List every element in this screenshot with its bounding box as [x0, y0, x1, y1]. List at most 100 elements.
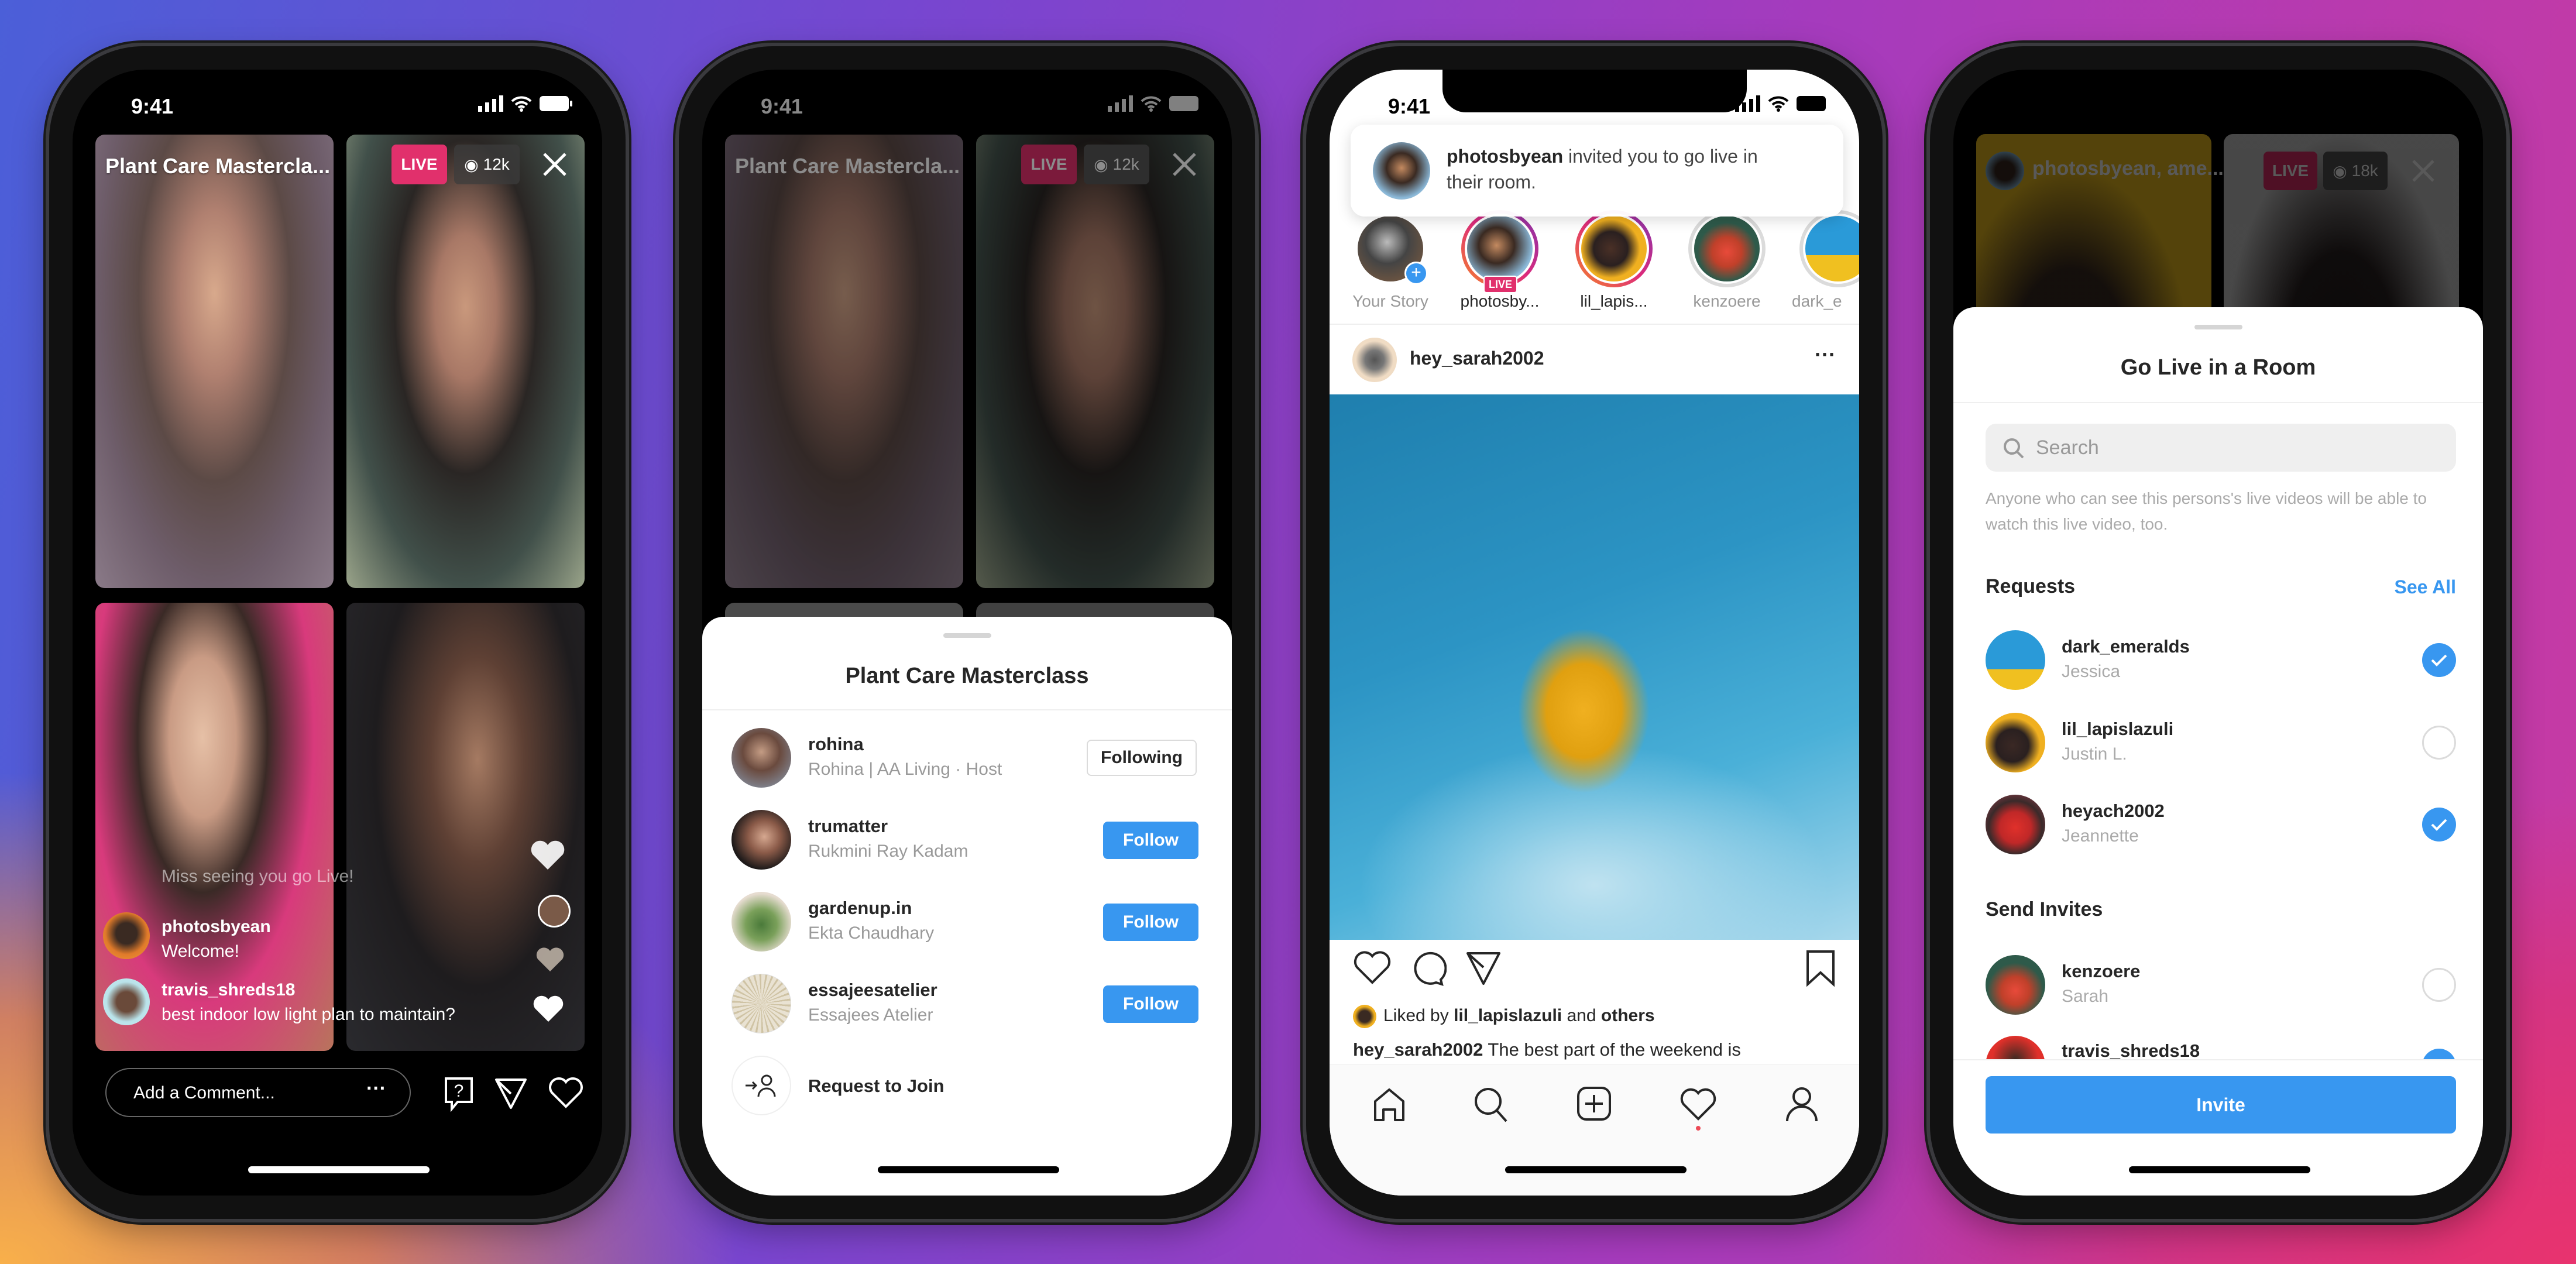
live-badge: LIVE [2264, 152, 2317, 190]
checkbox-unchecked[interactable] [2422, 968, 2456, 1002]
video-tile-guest-3[interactable] [346, 603, 585, 1051]
add-story-icon[interactable]: + [1404, 262, 1428, 285]
post-image[interactable] [1330, 394, 1859, 940]
checkbox-checked[interactable] [2422, 808, 2456, 841]
phone-room-sheet: 9:41 Plant Care Mastercla... LIVE ◉ 12k P… [679, 46, 1255, 1219]
liked-user[interactable]: lil_lapislazuli [1454, 1006, 1562, 1025]
comment-text: Welcome! [162, 942, 239, 961]
liked-by-avatar [1353, 1005, 1376, 1028]
host-avatar [1986, 152, 2024, 190]
avatar [731, 892, 791, 952]
avatar [103, 912, 150, 959]
heart-icon[interactable] [548, 1076, 584, 1109]
avatar [1986, 795, 2045, 854]
video-tile-host [725, 135, 963, 588]
follow-button[interactable]: Follow [1103, 985, 1198, 1023]
request-username: dark_emeralds [2062, 636, 2190, 657]
live-room-screen: 9:41 Plant Care Mastercla... LIVE ◉ 12k M… [73, 70, 602, 1196]
search-icon[interactable] [1473, 1086, 1509, 1124]
liked-others[interactable]: others [1601, 1006, 1655, 1025]
liked-by-text[interactable]: Liked by lil_lapislazuli and others [1383, 1006, 1655, 1026]
new-post-icon[interactable] [1576, 1086, 1612, 1121]
close-icon [2412, 160, 2434, 182]
avatar [1986, 630, 2045, 690]
status-icons [478, 95, 573, 112]
story-kenzoere[interactable] [1688, 210, 1766, 287]
story-label: lil_lapis... [1580, 292, 1648, 310]
room-title[interactable]: Plant Care Mastercla... [105, 154, 330, 178]
phone-live-room: 9:41 Plant Care Mastercla... LIVE ◉ 12k M… [49, 46, 626, 1219]
request-username: lil_lapislazuli [2062, 719, 2174, 739]
search-input[interactable]: Search [1986, 424, 2456, 472]
following-button[interactable]: Following [1087, 740, 1197, 776]
see-all-link[interactable]: See All [2394, 576, 2456, 598]
send-icon[interactable] [494, 1076, 528, 1110]
eye-icon: ◉ [464, 155, 479, 174]
more-icon[interactable]: ··· [366, 1077, 386, 1100]
notch [1442, 70, 1747, 112]
room-sheet-screen: 9:41 Plant Care Mastercla... LIVE ◉ 12k P… [702, 70, 1232, 1196]
status-time: 9:41 [761, 94, 803, 118]
post-options-icon[interactable]: ··· [1815, 342, 1836, 367]
checkbox-unchecked[interactable] [2422, 726, 2456, 760]
home-icon[interactable] [1372, 1087, 1407, 1122]
divider [1953, 1059, 2483, 1060]
invite-row-partial[interactable]: travis_shreds18 [1953, 1036, 2483, 1059]
avatar [103, 978, 150, 1025]
checkbox-checked[interactable] [2422, 1049, 2456, 1059]
follow-button[interactable]: Follow [1103, 822, 1198, 859]
like-icon[interactable] [1353, 950, 1392, 985]
request-name: Jessica [2062, 662, 2121, 681]
check-icon [2431, 654, 2447, 667]
viewer-count: ◉ 12k [1084, 145, 1149, 184]
check-icon [2431, 819, 2447, 831]
caption-username[interactable]: hey_sarah2002 [1353, 1039, 1483, 1060]
status-time: 9:41 [1388, 94, 1431, 118]
story-photosbyean[interactable]: LIVE [1461, 210, 1538, 293]
follow-button[interactable]: Follow [1103, 904, 1198, 941]
home-indicator [878, 1166, 1059, 1173]
participant-username: gardenup.in [808, 898, 912, 918]
story-dark-emeralds[interactable] [1799, 210, 1859, 287]
participant-username: trumatter [808, 816, 888, 836]
activity-icon[interactable] [1679, 1087, 1717, 1121]
liked-mid: and [1562, 1006, 1601, 1025]
live-badge: LIVE [391, 145, 447, 184]
live-invite-notification[interactable]: photosbyean invited you to go live in th… [1351, 125, 1843, 217]
home-indicator [1505, 1166, 1687, 1173]
sheet-handle[interactable] [943, 633, 991, 638]
participant-username: essajeesatelier [808, 980, 937, 1000]
divider [1953, 402, 2483, 403]
floating-heart-icon [533, 995, 564, 1022]
viewer-count: ◉ 12k [454, 145, 520, 184]
story-your-story[interactable]: + [1352, 210, 1429, 287]
participant-subtitle: Essajees Atelier [808, 1005, 933, 1025]
post-avatar[interactable] [1352, 338, 1397, 382]
bookmark-icon[interactable] [1805, 949, 1836, 987]
signal-icon [478, 95, 503, 112]
comment-input[interactable]: Add a Comment... ··· [105, 1068, 411, 1117]
send-invites-heading: Send Invites [1986, 898, 2103, 920]
story-lil-lapislazuli[interactable] [1575, 210, 1653, 287]
home-indicator [2129, 1166, 2310, 1173]
notification-user: photosbyean [1447, 146, 1564, 167]
question-icon[interactable]: ? [441, 1075, 476, 1112]
comment-username: photosbyean [162, 917, 271, 936]
participant-subtitle: Rohina | AA Living · Host [808, 760, 1002, 779]
checkbox-checked[interactable] [2422, 643, 2456, 677]
divider [702, 709, 1232, 710]
sheet-handle[interactable] [2194, 325, 2242, 329]
avatar [1986, 955, 2045, 1015]
comment-icon[interactable] [1410, 950, 1447, 987]
feed-screen: 9:41 + Your Story LIVE photosby... lil_l… [1330, 70, 1859, 1196]
video-tile-host[interactable] [95, 135, 334, 588]
share-icon[interactable] [1465, 951, 1502, 986]
profile-icon[interactable] [1785, 1086, 1819, 1122]
viewer-count-value: 12k [1112, 155, 1139, 173]
invite-button[interactable]: Invite [1986, 1076, 2456, 1134]
avatar [731, 728, 791, 788]
post-username[interactable]: hey_sarah2002 [1410, 348, 1544, 369]
battery-icon [540, 96, 572, 111]
video-tile-guest-1[interactable] [346, 135, 585, 588]
close-icon[interactable] [541, 150, 569, 178]
